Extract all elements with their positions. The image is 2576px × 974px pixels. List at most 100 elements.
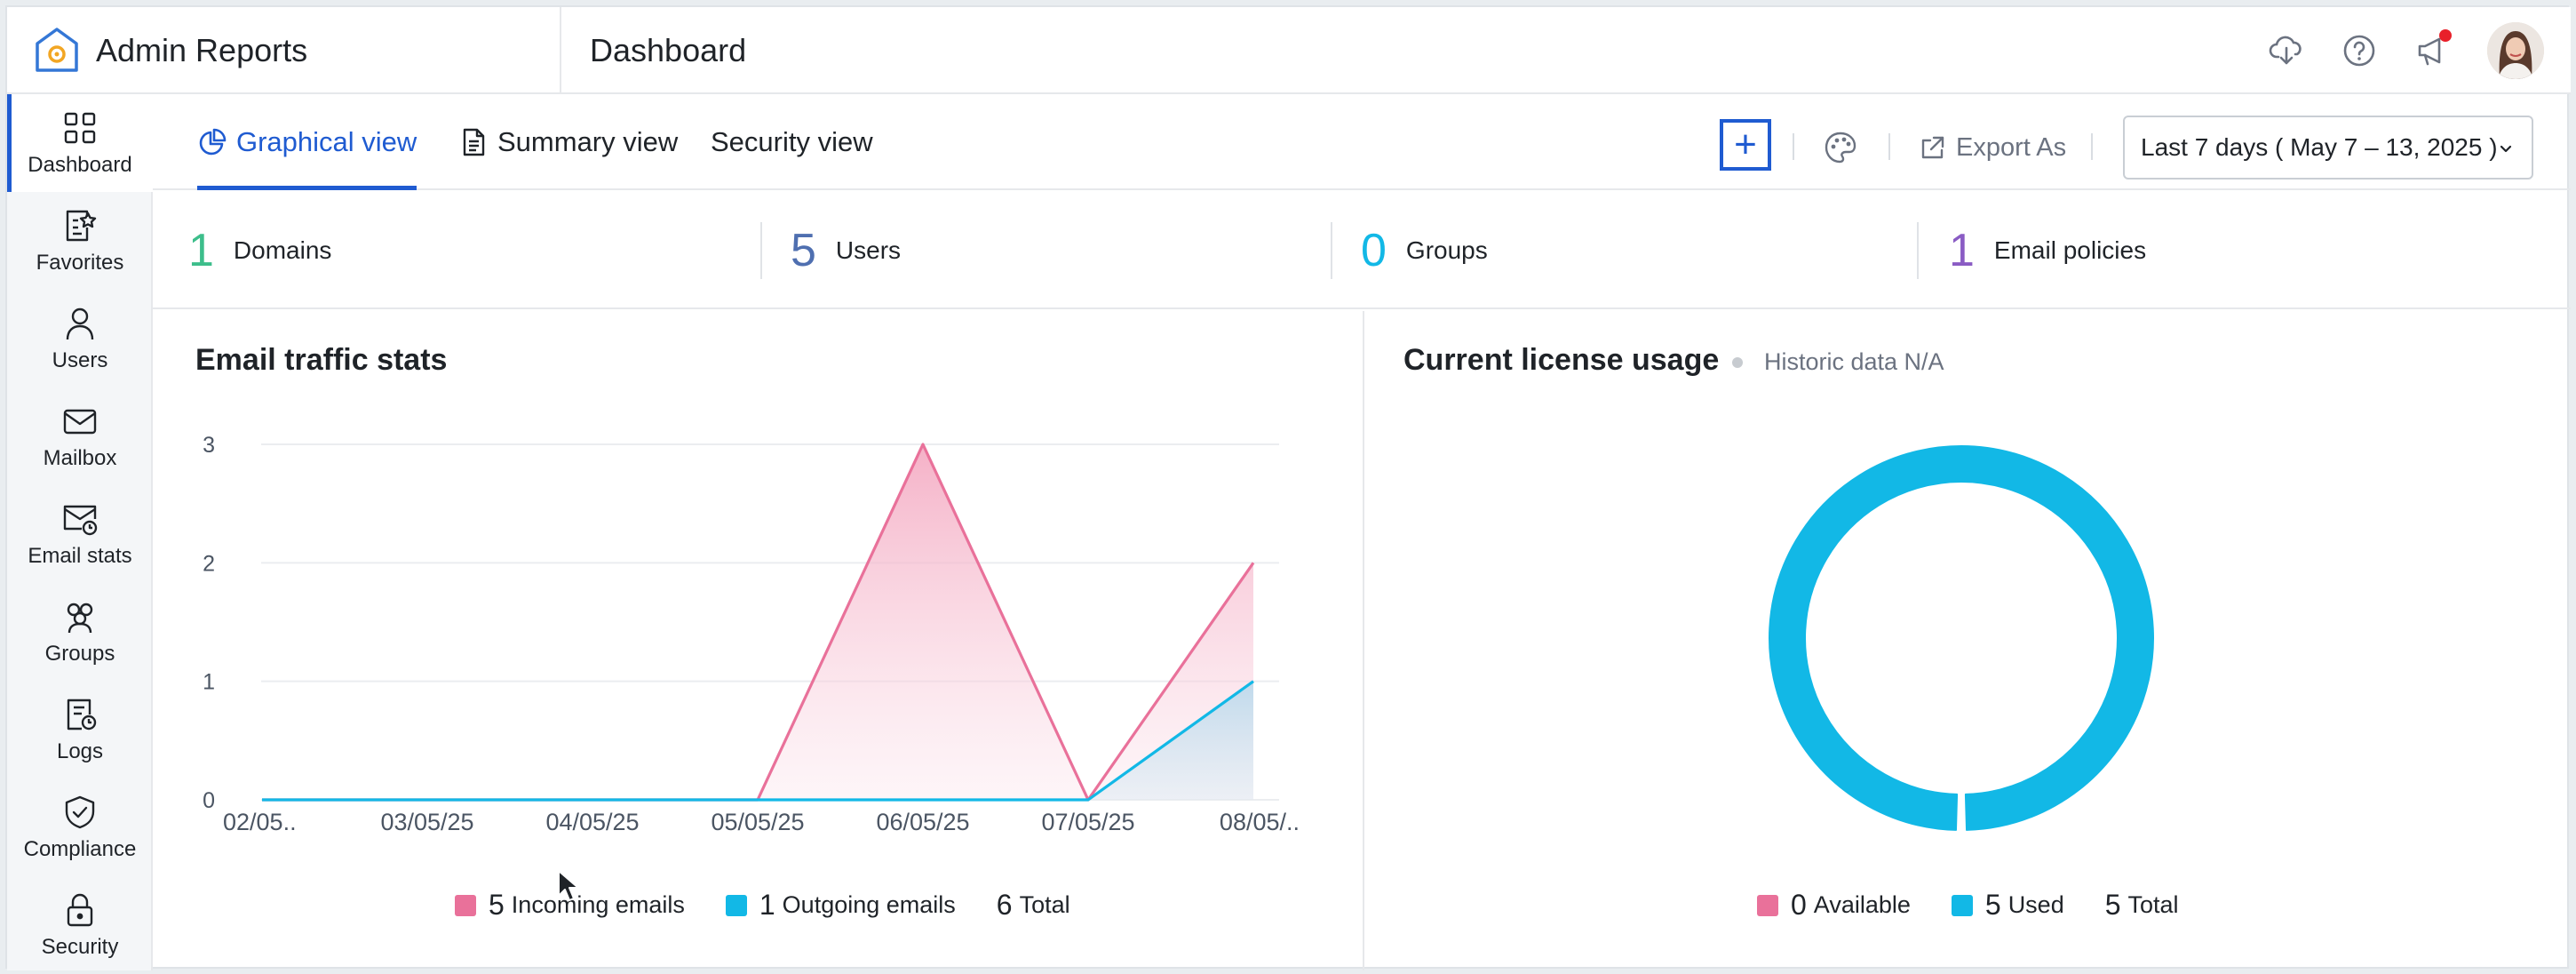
stat-divider — [1917, 222, 1919, 279]
x-tick-label: 06/05/25 — [876, 809, 969, 835]
sidebar: Dashboard Favorites Users Mailbox Email … — [7, 94, 153, 970]
panel-divider — [1363, 311, 1364, 970]
license-total-value: 5 — [2104, 889, 2121, 921]
app-title: Admin Reports — [96, 32, 308, 68]
email-traffic-legend: 5 Incoming emails 1 Outgoing emails 6 To… — [455, 889, 1070, 922]
x-tick-label: 03/05/25 — [380, 809, 473, 835]
groups-icon — [67, 603, 93, 634]
tab-label: Summary view — [497, 126, 679, 157]
sidebar-item-label: Email stats — [28, 544, 132, 568]
chevron-down-icon — [2500, 145, 2512, 153]
tab-label: Graphical view — [236, 126, 417, 157]
email-traffic-chart: 0 1 2 3 02/05.. 03/05/25 04/05/25 05/05/25 06/05… — [203, 433, 1300, 835]
user-icon — [66, 307, 94, 340]
pie-chart-icon — [199, 128, 227, 156]
series-area-incoming — [262, 444, 1253, 800]
notification-dot — [2439, 29, 2452, 42]
sidebar-item-label: Users — [52, 348, 108, 372]
document-icon — [463, 128, 485, 156]
used-value: 5 — [1984, 889, 2001, 921]
total-label: Total — [1019, 891, 1070, 918]
stat-users[interactable]: 5 Users — [791, 192, 901, 309]
stat-divider — [1331, 222, 1332, 279]
sidebar-item-compliance[interactable]: Compliance — [7, 778, 153, 876]
sidebar-item-label: Favorites — [36, 251, 124, 275]
toolbar-divider — [1793, 133, 1794, 160]
summary-stats: 1 Domains 5 Users 0 Groups 1 Email polic… — [153, 192, 2571, 309]
export-label: Export As — [1956, 132, 2067, 162]
stat-email-policies[interactable]: 1 Email policies — [1949, 192, 2146, 309]
stat-value: 0 — [1361, 225, 1387, 276]
series-line-incoming[interactable] — [262, 443, 1255, 802]
page-title: Dashboard — [590, 32, 747, 68]
sidebar-item-mailbox[interactable]: Mailbox — [7, 387, 153, 485]
date-range-label: Last 7 days ( May 7 – 13, 2025 ) — [2141, 133, 2498, 161]
outgoing-swatch — [725, 894, 747, 916]
favorites-icon — [66, 210, 97, 242]
add-widget-button[interactable]: + — [1720, 119, 1771, 171]
available-swatch — [1757, 894, 1778, 916]
avatar[interactable] — [2487, 22, 2544, 79]
used-label: Used — [2008, 891, 2064, 918]
tab-label: Security view — [711, 126, 873, 157]
stat-label: Domains — [233, 236, 332, 264]
donut-segment-used[interactable] — [1769, 445, 2154, 831]
brand[interactable]: Admin Reports — [7, 7, 561, 94]
export-as-button[interactable]: Export As — [1919, 121, 2066, 174]
sidebar-item-security[interactable]: Security — [7, 876, 153, 974]
incoming-label: Incoming emails — [511, 891, 685, 918]
palette-icon[interactable] — [1823, 130, 1858, 165]
y-tick-label: 2 — [203, 551, 215, 576]
sidebar-item-users[interactable]: Users — [7, 290, 153, 387]
available-value: 0 — [1791, 889, 1807, 921]
email-stats-icon — [63, 505, 98, 536]
sidebar-item-dashboard[interactable]: Dashboard — [7, 94, 153, 192]
date-range-select[interactable]: Last 7 days ( May 7 – 13, 2025 ) — [2123, 116, 2533, 180]
app-window: Admin Reports Dashboard Dashboard Favori… — [5, 5, 2571, 970]
mail-icon — [63, 409, 97, 435]
announcement-icon[interactable] — [2413, 29, 2452, 70]
incoming-swatch — [455, 894, 476, 916]
sidebar-item-email-stats[interactable]: Email stats — [7, 485, 153, 583]
incoming-value: 5 — [489, 889, 505, 921]
total-value: 6 — [996, 889, 1013, 921]
license-total-label: Total — [2127, 891, 2179, 918]
stat-value: 5 — [791, 225, 816, 276]
available-label: Available — [1813, 891, 1911, 918]
shield-check-icon — [65, 795, 95, 829]
stat-domains[interactable]: 1 Domains — [188, 192, 331, 309]
tab-security-view[interactable]: Security view — [711, 94, 873, 190]
license-legend: 0 Available 5 Used 5 Total — [1757, 889, 2179, 922]
x-tick-label: 02/05.. — [223, 809, 297, 835]
sidebar-item-groups[interactable]: Groups — [7, 583, 153, 681]
y-tick-label: 1 — [203, 670, 215, 695]
sidebar-item-label: Dashboard — [28, 153, 132, 177]
license-donut-chart — [1769, 445, 2154, 831]
stat-divider — [760, 222, 762, 279]
sidebar-item-label: Groups — [44, 642, 115, 666]
sidebar-item-logs[interactable]: Logs — [7, 681, 153, 778]
grid-icon — [64, 112, 96, 144]
help-icon[interactable] — [2340, 31, 2379, 70]
stat-label: Users — [835, 236, 902, 264]
sidebar-item-label: Security — [41, 935, 119, 959]
sidebar-item-favorites[interactable]: Favorites — [7, 192, 153, 290]
dot-separator — [1732, 357, 1743, 368]
tab-summary-view[interactable]: Summary view — [458, 94, 678, 190]
lock-icon — [67, 893, 93, 927]
historic-data-note: Historic data N/A — [1764, 348, 1944, 375]
header-actions — [2233, 7, 2544, 94]
sidebar-item-label: Logs — [56, 739, 104, 763]
stat-groups[interactable]: 0 Groups — [1361, 192, 1488, 309]
mouse-cursor-icon — [558, 870, 579, 901]
toolbar-divider — [2091, 133, 2093, 160]
y-tick-label: 3 — [203, 433, 215, 458]
stat-value: 1 — [1949, 225, 1975, 276]
logs-icon — [67, 699, 97, 730]
used-swatch — [1951, 894, 1973, 916]
tab-graphical-view[interactable]: Graphical view — [197, 94, 417, 190]
sidebar-item-label: Compliance — [23, 837, 137, 861]
outgoing-value: 1 — [759, 889, 775, 921]
top-bar: Admin Reports Dashboard — [7, 7, 2571, 94]
cloud-download-icon[interactable] — [2267, 31, 2306, 70]
